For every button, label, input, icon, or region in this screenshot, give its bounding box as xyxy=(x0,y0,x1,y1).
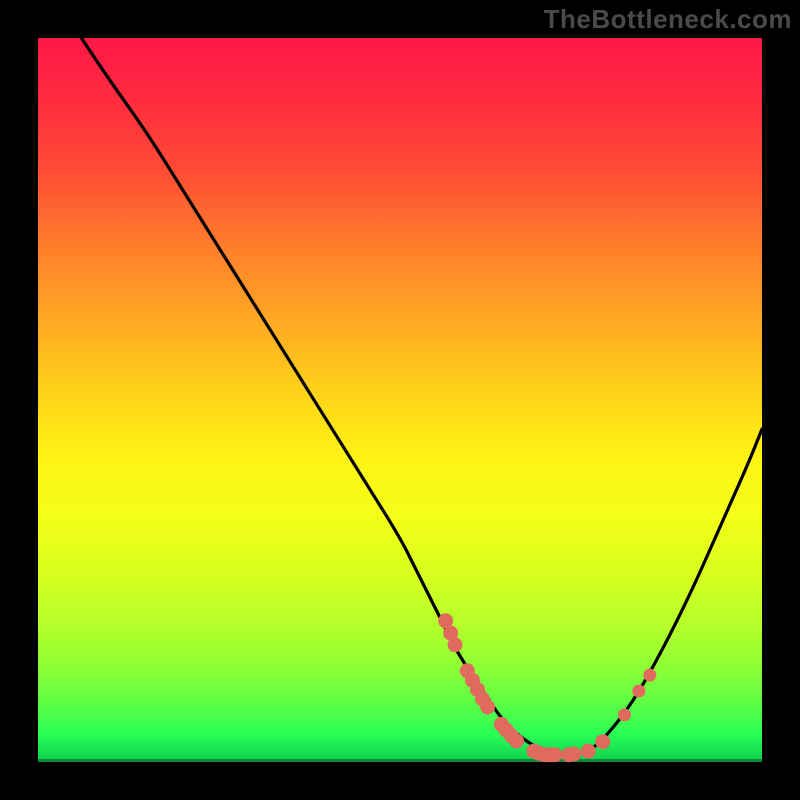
curve-marker xyxy=(448,638,462,652)
curve-marker xyxy=(548,748,562,762)
curve-marker xyxy=(618,709,630,721)
curve-marker xyxy=(481,700,495,714)
curve-svg xyxy=(38,38,762,762)
watermark-text: TheBottleneck.com xyxy=(544,4,792,35)
bottleneck-curve xyxy=(81,38,762,755)
curve-marker xyxy=(581,744,595,758)
curve-marker xyxy=(596,735,610,749)
curve-marker xyxy=(644,669,656,681)
chart-frame: TheBottleneck.com xyxy=(0,0,800,800)
curve-marker xyxy=(633,685,645,697)
curve-marker xyxy=(510,734,524,748)
plot-area xyxy=(38,38,762,762)
curve-marker xyxy=(567,747,581,761)
marker-group xyxy=(439,614,656,762)
